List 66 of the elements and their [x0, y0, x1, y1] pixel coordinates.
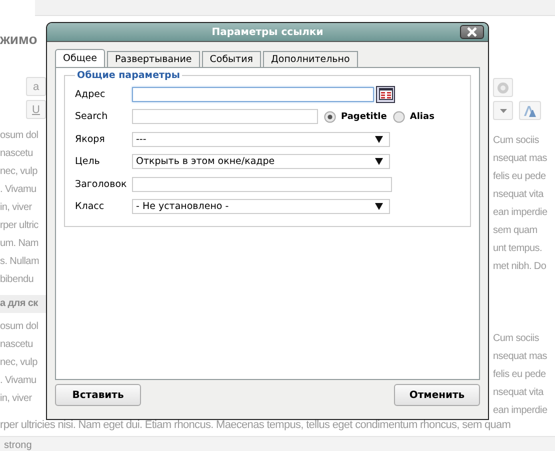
body-text-line: unt tempus.: [493, 242, 543, 256]
body-text-line: s. Nullam: [0, 255, 40, 269]
field-label: Якоря: [75, 134, 106, 145]
field-label: Класс: [75, 201, 106, 212]
body-text-line: osum dol: [0, 320, 40, 334]
cancel-button[interactable]: Отменить: [394, 384, 480, 406]
style-button[interactable]: [519, 101, 541, 120]
tab[interactable]: Дополнительно: [262, 51, 358, 67]
tab[interactable]: События: [202, 51, 261, 67]
body-text-line: nsequat vita: [493, 188, 545, 202]
caret-icon: [500, 108, 506, 112]
tab[interactable]: Развертывание: [106, 51, 200, 67]
caret-icon: [375, 158, 383, 166]
body-text-line: . Vivamu: [0, 374, 38, 388]
body-text-line: nascetu: [0, 147, 34, 161]
title-field[interactable]: [132, 176, 392, 192]
radio-button[interactable]: [324, 110, 336, 123]
body-text-line: nsequat mas: [493, 350, 548, 364]
field-label: Заголовок: [75, 178, 128, 190]
address-field[interactable]: [132, 86, 374, 102]
dropdown[interactable]: ---: [132, 132, 390, 147]
group-legend: Общие параметры: [75, 70, 182, 81]
body-text-line: nsequat vita: [493, 386, 545, 400]
list-icon: [378, 88, 392, 100]
close-icon: [467, 27, 477, 37]
page-heading: жимо: [0, 31, 38, 47]
body-text-line: felis eu pede: [493, 368, 547, 382]
styles-icon: [523, 104, 537, 118]
body-text-line: felis eu pede: [493, 170, 547, 184]
body-text-line: sem quam: [493, 224, 538, 238]
dropdown[interactable]: Открыть в этом окне/кадре: [132, 154, 390, 170]
body-text-line: nec, vulp: [0, 356, 38, 370]
search-field[interactable]: [132, 109, 318, 124]
dropdown[interactable]: - Не установлено -: [132, 199, 390, 214]
body-text-line: bibendu: [0, 273, 34, 287]
body-text-line: in, viver: [0, 392, 33, 406]
close-button[interactable]: [460, 25, 484, 39]
browse-button[interactable]: [376, 86, 395, 103]
field-label: Адрес: [75, 88, 106, 100]
dialog-title: Параметры ссылки: [212, 26, 324, 38]
body-text-line: . Vivamu: [0, 183, 38, 197]
field-label: Цель: [75, 156, 101, 168]
body-text-line: nascetu: [0, 338, 34, 352]
insert-button[interactable]: Вставить: [55, 384, 141, 406]
field-label: Search: [75, 111, 109, 122]
caret-icon: [375, 203, 383, 210]
radio-label: Alias: [410, 112, 434, 122]
tab[interactable]: Общее: [55, 49, 105, 67]
body-text-line: ean imperdie: [493, 206, 548, 220]
body-text-line: nec, vulp: [0, 165, 38, 179]
body-text-line: um. Nam: [0, 237, 40, 251]
body-text-line: in, viver: [0, 201, 33, 215]
body-text-line: Cum sociis: [493, 332, 540, 346]
body-text-line: osum dol: [0, 129, 40, 143]
body-text-line: rper ultric: [0, 219, 40, 233]
toolbar-button[interactable]: [493, 78, 513, 97]
element-path: strong: [4, 440, 32, 450]
body-text-line: nsequat mas: [493, 152, 548, 166]
radio-label: Pagetitle: [341, 112, 387, 122]
caret-icon: [375, 136, 383, 143]
radio-button[interactable]: [392, 110, 405, 123]
dropdown-button[interactable]: [493, 101, 513, 120]
body-text-line: met nibh. Do: [493, 260, 548, 274]
section-heading: а для ск: [0, 295, 46, 313]
help-icon: [497, 82, 509, 94]
body-text-line: Cum sociis: [493, 134, 540, 148]
